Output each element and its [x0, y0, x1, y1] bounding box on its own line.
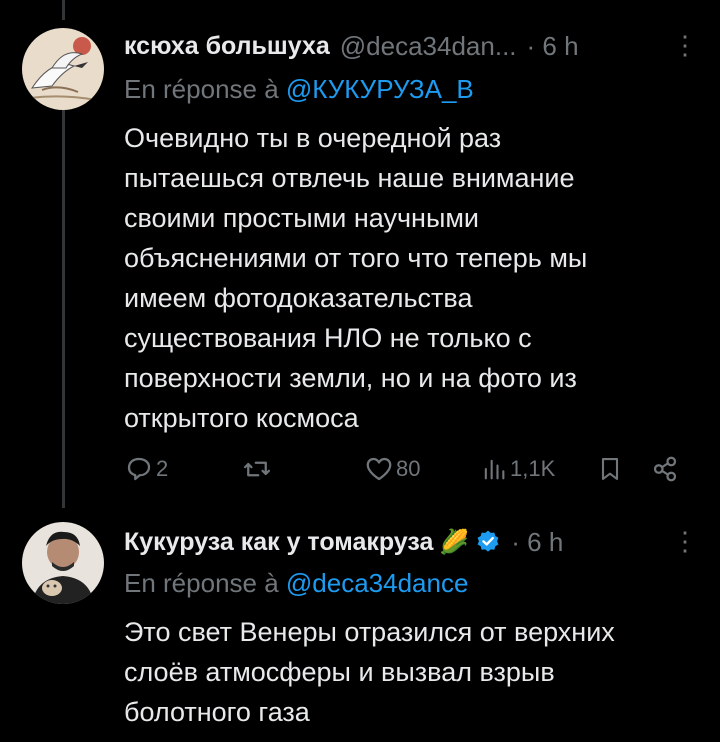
reply-to-mention[interactable]: @КУКУРУЗА_В	[286, 74, 474, 104]
repost-button[interactable]	[242, 454, 272, 484]
thread-connector-line	[62, 110, 65, 508]
like-count: 80	[396, 456, 421, 481]
bookmark-button[interactable]	[596, 454, 624, 484]
text-line: объяснениями от того что теперь мы	[124, 243, 588, 273]
reply-icon	[127, 457, 151, 481]
reply-button[interactable]: 2	[124, 454, 168, 484]
verified-badge-icon[interactable]	[475, 529, 501, 555]
timestamp[interactable]: · 6 h	[511, 527, 563, 558]
crane-artwork-avatar-image	[22, 28, 104, 110]
author-name[interactable]: ксюха большуха	[124, 32, 330, 61]
text-line: своими простыми научными	[124, 203, 480, 233]
tweet-1[interactable]: ксюха большуха @deca34dan... · 6 h ⋮ En …	[0, 0, 720, 508]
text-line: существования НЛО не только с	[124, 323, 532, 353]
reply-count: 2	[156, 456, 169, 481]
tweet-header: ксюха большуха @deca34dan... · 6 h ⋮	[124, 26, 698, 66]
reply-to-label: En réponse à	[124, 568, 286, 598]
text-line: слоёв атмосферы и вызвал взрыв	[124, 657, 555, 687]
user-photo-avatar-image	[22, 522, 104, 604]
reply-to-label: En réponse à	[124, 74, 286, 104]
tweet-text: Это свет Венеры отразился от верхних сло…	[124, 612, 684, 732]
text-line: пытаешься отвлечь наше внимание	[124, 163, 575, 193]
heart-icon	[366, 457, 392, 481]
text-line: имеем фотодоказательства	[124, 283, 473, 313]
timestamp[interactable]: · 6 h	[527, 31, 579, 62]
text-line: поверхности земли, но и на фото из	[124, 363, 577, 393]
corn-emoji: 🌽	[439, 528, 470, 556]
text-line: Это свет Венеры отразился от верхних	[124, 617, 615, 647]
author-handle[interactable]: @deca34dan...	[340, 31, 517, 62]
more-options-icon[interactable]: ⋮	[672, 526, 698, 557]
tweet-header: Кукуруза как у томакруза 🌽 · 6 h ⋮	[124, 522, 698, 562]
text-line: болотного газа	[124, 697, 310, 727]
bookmark-icon	[601, 458, 619, 480]
author-name[interactable]: Кукуруза как у томакруза	[124, 528, 433, 557]
share-icon	[653, 456, 677, 482]
views-count: 1,1K	[510, 456, 556, 481]
more-options-icon[interactable]: ⋮	[672, 30, 698, 61]
like-button[interactable]: 80	[364, 454, 420, 484]
reply-to-line: En réponse à @deca34dance	[124, 568, 468, 599]
reply-to-line: En réponse à @КУКУРУЗА_В	[124, 74, 474, 105]
tweet-text: Очевидно ты в очередной раз пытаешься от…	[124, 118, 684, 438]
share-button[interactable]	[650, 454, 680, 484]
avatar[interactable]	[22, 28, 104, 110]
action-bar: 2 80 1,1K	[124, 454, 694, 490]
tweet-2[interactable]: Кукуруза как у томакруза 🌽 · 6 h ⋮ En ré…	[0, 508, 720, 742]
reply-to-mention[interactable]: @deca34dance	[286, 568, 469, 598]
avatar[interactable]	[22, 522, 104, 604]
text-line: Очевидно ты в очередной раз	[124, 123, 502, 153]
repost-icon	[244, 461, 270, 477]
views-icon	[484, 459, 505, 480]
views-button[interactable]: 1,1K	[480, 454, 555, 484]
text-line: открытого космоса	[124, 403, 359, 433]
